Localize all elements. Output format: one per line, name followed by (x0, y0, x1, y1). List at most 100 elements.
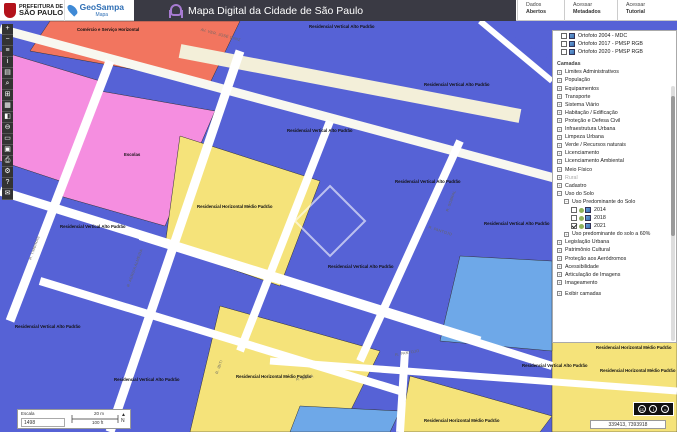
expand-icon[interactable]: + (557, 134, 562, 140)
expand-icon[interactable]: + (557, 247, 562, 253)
nav-metadados[interactable]: Acessar Metadados (564, 0, 617, 21)
layers-icon[interactable]: ≡ (2, 46, 13, 57)
scrollbar-thumb[interactable] (671, 96, 675, 236)
map-label: Residencial Vertical Alto Padrão (484, 221, 550, 226)
split-icon[interactable]: ◧ (2, 112, 13, 123)
layer-group[interactable]: + Limites Administrativos (557, 68, 676, 76)
checkbox[interactable] (561, 41, 567, 48)
expand-icon[interactable]: + (557, 118, 562, 124)
expand-icon[interactable]: + (557, 78, 562, 84)
checkbox[interactable] (561, 33, 567, 40)
expand-icon[interactable]: + (557, 110, 562, 116)
scale-label: Escala (21, 411, 35, 416)
layer-group[interactable]: + Licenciamento Ambiental (557, 157, 676, 165)
expand-icon[interactable]: + (557, 272, 562, 278)
measure-icon[interactable]: ⊖ (2, 123, 13, 134)
checkbox[interactable] (571, 207, 577, 214)
map-label: Residencial Vertical Alto Padrão (287, 128, 353, 133)
checkbox[interactable] (571, 215, 577, 222)
orto-2020[interactable]: Ortofoto 2020 - PMSP RGB (561, 48, 676, 56)
select-icon[interactable]: ▭ (2, 134, 13, 145)
layer-group[interactable]: + Transporte (557, 93, 676, 101)
layer-subgroup[interactable]: + Uso predominante do solo a 60% (557, 230, 676, 238)
layer-group[interactable]: + Acessibilidade (557, 263, 676, 271)
expand-icon[interactable]: + (557, 280, 562, 286)
table-icon[interactable]: ▦ (2, 101, 13, 112)
layer-group[interactable]: + Meio Físico (557, 166, 676, 174)
map-label: Comércio e Serviço Horizontal (77, 27, 140, 32)
orto-2017[interactable]: Ortofoto 2017 - PMSP RGB (561, 40, 676, 48)
expand-icon[interactable]: + (557, 256, 562, 262)
imagery-icon (569, 49, 575, 56)
zoom-in-icon[interactable]: + (2, 24, 13, 35)
scale-metric: 20 m (94, 411, 105, 416)
help-icon[interactable]: ? (2, 178, 13, 189)
zoom-out-icon[interactable]: − (2, 35, 13, 46)
layer-year-2021[interactable]: 2021 (557, 222, 676, 230)
expand-icon[interactable]: + (557, 150, 562, 156)
layer-group[interactable]: + Sistema Viário (557, 101, 676, 109)
layer-year-2018[interactable]: 2018 (557, 214, 676, 222)
expand-icon[interactable]: + (557, 175, 562, 181)
map-label: Residencial Vertical Alto Padrão (114, 377, 180, 382)
layer-group[interactable]: + Licenciamento (557, 149, 676, 157)
expand-icon[interactable]: + (557, 167, 562, 173)
collapse-icon[interactable]: − (557, 191, 562, 197)
grid-icon[interactable]: ⊞ (2, 90, 13, 101)
layer-group[interactable]: + População (557, 76, 676, 84)
legend-icon (585, 207, 591, 214)
panel-scrollbar[interactable] (671, 86, 675, 341)
expand-icon[interactable]: + (557, 239, 562, 245)
scale-input[interactable]: 1498 (21, 418, 65, 427)
info-icon[interactable]: i (2, 57, 13, 68)
layer-subgroup[interactable]: − Uso Predominante do Solo (557, 198, 676, 206)
export-icon[interactable]: ▣ (2, 145, 13, 156)
layer-group[interactable]: + Articulação de Imagens (557, 271, 676, 279)
search-icon[interactable]: ⌕ (2, 79, 13, 90)
exibir-camadas[interactable]: + Exibir camadas (557, 290, 676, 298)
app-window: PREFEITURA DE SÃO PAULO GeoSampa Mapa Ma… (0, 0, 677, 432)
legend-icon[interactable]: ▤ (2, 68, 13, 79)
layer-group[interactable]: + Infraestrutura Urbana (557, 125, 676, 133)
expand-icon[interactable]: + (557, 158, 562, 164)
checkbox[interactable] (571, 223, 577, 230)
expand-icon[interactable]: + (557, 183, 562, 189)
license-badge[interactable]: cc i = (633, 402, 674, 416)
expand-icon[interactable]: + (557, 126, 562, 132)
map-label: Residencial Horizontal Médio Padrão (600, 368, 676, 373)
expand-icon[interactable]: + (557, 86, 562, 92)
layer-group[interactable]: + Verde / Recursos naturais (557, 141, 676, 149)
layers-panel: Ortofoto 2004 - MDC Ortofoto 2017 - PMSP… (552, 30, 677, 343)
layer-year-2014[interactable]: 2014 (557, 206, 676, 214)
layer-group-uso-solo[interactable]: − Uso do Solo (557, 190, 676, 198)
layer-group[interactable]: + Imageamento (557, 279, 676, 287)
layer-group[interactable]: + Legislação Urbana (557, 238, 676, 246)
expand-icon[interactable]: + (557, 102, 562, 108)
expand-icon[interactable]: + (557, 142, 562, 148)
expand-icon[interactable]: + (557, 94, 562, 100)
settings-icon[interactable]: ⚙ (2, 167, 13, 178)
print-icon[interactable]: ⎙ (2, 156, 13, 167)
layer-group[interactable]: + Rural (557, 174, 676, 182)
layer-group[interactable]: + Habitação / Edificação (557, 109, 676, 117)
layer-group[interactable]: + Equipamentos (557, 85, 676, 93)
orto-2004[interactable]: Ortofoto 2004 - MDC (561, 32, 676, 40)
expand-icon[interactable]: + (557, 264, 562, 270)
expand-icon[interactable]: + (564, 231, 569, 237)
map-label: Residencial Vertical Alto Padrão (522, 363, 588, 368)
checkbox[interactable] (561, 49, 567, 56)
expand-icon[interactable]: + (557, 69, 562, 75)
layer-group[interactable]: + Patrimônio Cultural (557, 246, 676, 254)
collapse-icon[interactable]: − (564, 199, 569, 205)
layer-group[interactable]: + Cadastro (557, 182, 676, 190)
layer-group[interactable]: + Limpeza Urbana (557, 133, 676, 141)
layer-group[interactable]: + Proteção e Defesa Civil (557, 117, 676, 125)
nav-dados-abertos[interactable]: Dados Abertos (517, 0, 564, 21)
nav-tutorial[interactable]: Acessar Tutorial (617, 0, 677, 21)
mail-icon[interactable]: ✉ (2, 189, 13, 200)
expand-icon[interactable]: + (557, 291, 562, 297)
geosampa-logo[interactable]: GeoSampa Mapa (64, 0, 124, 21)
map-label: Residencial Vertical Alto Padrão (60, 224, 126, 229)
layer-group[interactable]: + Proteção aos Aeródromos (557, 255, 676, 263)
prefeitura-logo[interactable]: PREFEITURA DE SÃO PAULO (0, 0, 64, 21)
